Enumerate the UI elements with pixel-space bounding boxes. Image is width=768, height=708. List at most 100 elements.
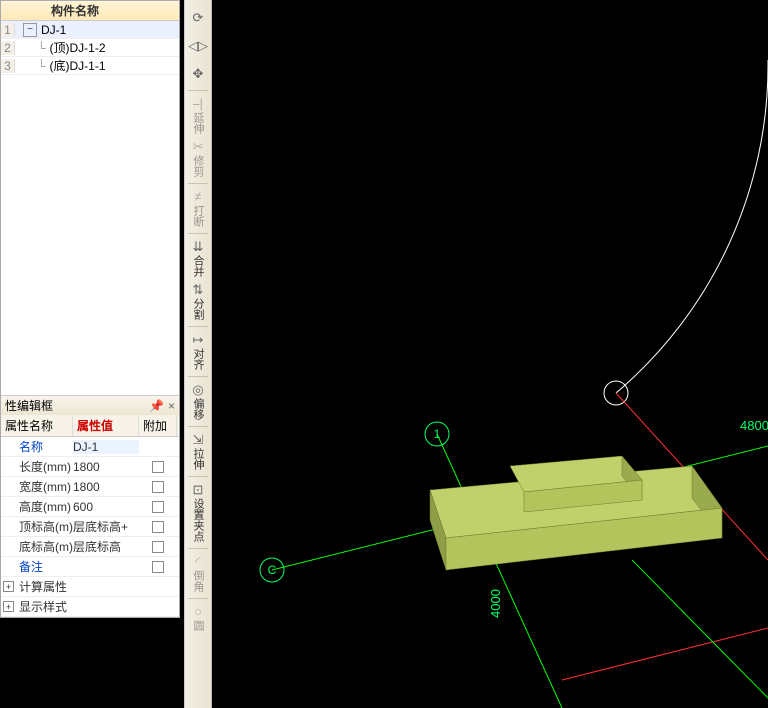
vertical-toolbar: ⟳◁▷✥⎯|延伸✂修剪≠打断⇊合并⇅分割↦对齐◎偏移⇲拉伸⊡设置夹点◜倒角○圆 [184,0,212,708]
tree-row[interactable]: 2└(顶)DJ-1-2 [1,39,179,57]
checkbox[interactable] [152,561,164,573]
circle-tool: ○圆 [187,603,209,633]
toolbar-separator [188,548,208,549]
offset-tool[interactable]: ◎偏移 [187,381,209,422]
toolbar-label: 倒角 [190,570,206,592]
prop-value[interactable]: 层底标高+ [73,518,139,535]
property-row[interactable]: 底标高(m)层底标高 [1,537,179,557]
tree-item-label: (底)DJ-1-1 [50,57,106,74]
merge-tool[interactable]: ⇊ 合并 [187,238,209,279]
toolbar-label: 圆 [190,620,206,631]
rotate-icon[interactable]: ⟳ [187,4,209,30]
toolbar-separator [188,326,208,327]
toolbar-label: 合并 [190,255,206,277]
toolbar-separator [188,183,208,184]
offset-tool-glyph: ◎ [192,383,203,396]
property-row[interactable]: +计算属性 [1,577,179,597]
dimension-text: 4800 [740,418,768,433]
checkbox[interactable] [152,501,164,513]
property-grid: 属性名称 属性值 附加 名称DJ-1长度(mm)1800宽度(mm)1800高度… [1,415,179,617]
toolbar-separator [188,476,208,477]
prop-value[interactable]: 1800 [73,480,139,494]
tree-branch-icon: └ [37,59,46,73]
tree-expander-icon[interactable]: − [23,23,37,37]
extend-tool: ⎯|延伸 [187,95,209,136]
toolbar-separator [188,598,208,599]
col-extra: 附加 [139,415,177,436]
prop-name: 底标高(m) [1,538,73,555]
group-expander-icon[interactable]: + [3,581,14,592]
property-row[interactable]: 高度(mm)600 [1,497,179,517]
prop-value[interactable]: 层底标高 [73,538,139,555]
toolbar-label: 分割 [190,298,206,320]
break-tool-glyph: ≠ [194,190,201,203]
align-tool-glyph: ↦ [193,333,204,346]
prop-value[interactable]: 600 [73,500,139,514]
grid-label: C [268,563,277,577]
tree-item-label: (顶)DJ-1-2 [50,39,106,56]
move-icon[interactable]: ✥ [187,60,209,86]
tree-row[interactable]: 3└(底)DJ-1-1 [1,57,179,75]
tree-row[interactable]: 1−DJ-1 [1,21,179,39]
checkbox[interactable] [152,481,164,493]
property-row[interactable]: +显示样式 [1,597,179,617]
prop-name: 宽度(mm) [1,478,73,495]
checkbox[interactable] [152,461,164,473]
axis-green-diag [632,560,768,698]
mirror-icon-glyph: ◁▷ [188,39,208,52]
mirror-icon[interactable]: ◁▷ [187,32,209,58]
toolbar-separator [188,90,208,91]
grip-tool[interactable]: ⊡设置夹点 [187,481,209,544]
prop-name: 长度(mm) [1,458,73,475]
align-tool[interactable]: ↦ 对齐 [187,331,209,372]
arc-guide [616,60,768,393]
dimension-text: 4000 [488,589,503,618]
split-tool[interactable]: ⇅ 分割 [187,281,209,322]
rotate-icon-glyph: ⟳ [193,11,204,24]
circle-tool-glyph: ○ [194,605,202,618]
move-icon-glyph: ✥ [193,67,204,80]
group-expander-icon[interactable]: + [3,601,14,612]
break-tool: ≠ 打断 [187,188,209,229]
checkbox[interactable] [152,521,164,533]
tree-body: 1−DJ-12└(顶)DJ-1-23└(底)DJ-1-1 [1,21,179,75]
tree-empty-area [1,75,179,395]
property-row[interactable]: 长度(mm)1800 [1,457,179,477]
property-row[interactable]: 顶标高(m)层底标高+ [1,517,179,537]
grip-tool-glyph: ⊡ [193,483,204,496]
prop-value[interactable]: DJ-1 [73,440,139,454]
property-row[interactable]: 备注 [1,557,179,577]
property-panel-title-bar: 性编辑框 📌 × [1,395,179,415]
merge-tool-glyph: ⇊ [193,240,204,253]
fillet-tool-glyph: ◜ [195,555,200,568]
row-number: 1 [1,23,15,37]
toolbar-label: 对齐 [190,348,206,370]
pin-icon[interactable]: 📌 [149,399,164,413]
prop-name: 顶标高(m) [1,518,73,535]
split-tool-glyph: ⇅ [193,283,204,296]
stretch-tool[interactable]: ⇲拉伸 [187,431,209,472]
fillet-tool: ◜ 倒角 [187,553,209,594]
col-name: 属性名称 [1,415,73,436]
toolbar-separator [188,426,208,427]
foundation-solid [430,456,722,570]
col-value: 属性值 [73,415,139,436]
extend-tool-glyph: ⎯| [193,97,203,110]
prop-value[interactable]: 1800 [73,460,139,474]
property-row[interactable]: 宽度(mm)1800 [1,477,179,497]
toolbar-label: 打断 [190,205,206,227]
toolbar-label: 修剪 [190,155,206,177]
tree-item-label: DJ-1 [41,23,66,37]
component-tree-panel: 构件名称 1−DJ-12└(顶)DJ-1-23└(底)DJ-1-1 性编辑框 📌… [0,0,180,618]
close-icon[interactable]: × [168,399,175,413]
prop-name: 备注 [1,558,73,575]
trim-tool: ✂修剪 [187,138,209,179]
row-number: 2 [1,41,15,55]
viewport-3d[interactable]: 1 C 4800 4000 [212,0,768,708]
grid-label: 1 [434,427,441,441]
property-row[interactable]: 名称DJ-1 [1,437,179,457]
property-panel-title: 性编辑框 [5,397,53,414]
prop-name: 高度(mm) [1,498,73,515]
tree-header: 构件名称 [1,1,179,21]
checkbox[interactable] [152,541,164,553]
